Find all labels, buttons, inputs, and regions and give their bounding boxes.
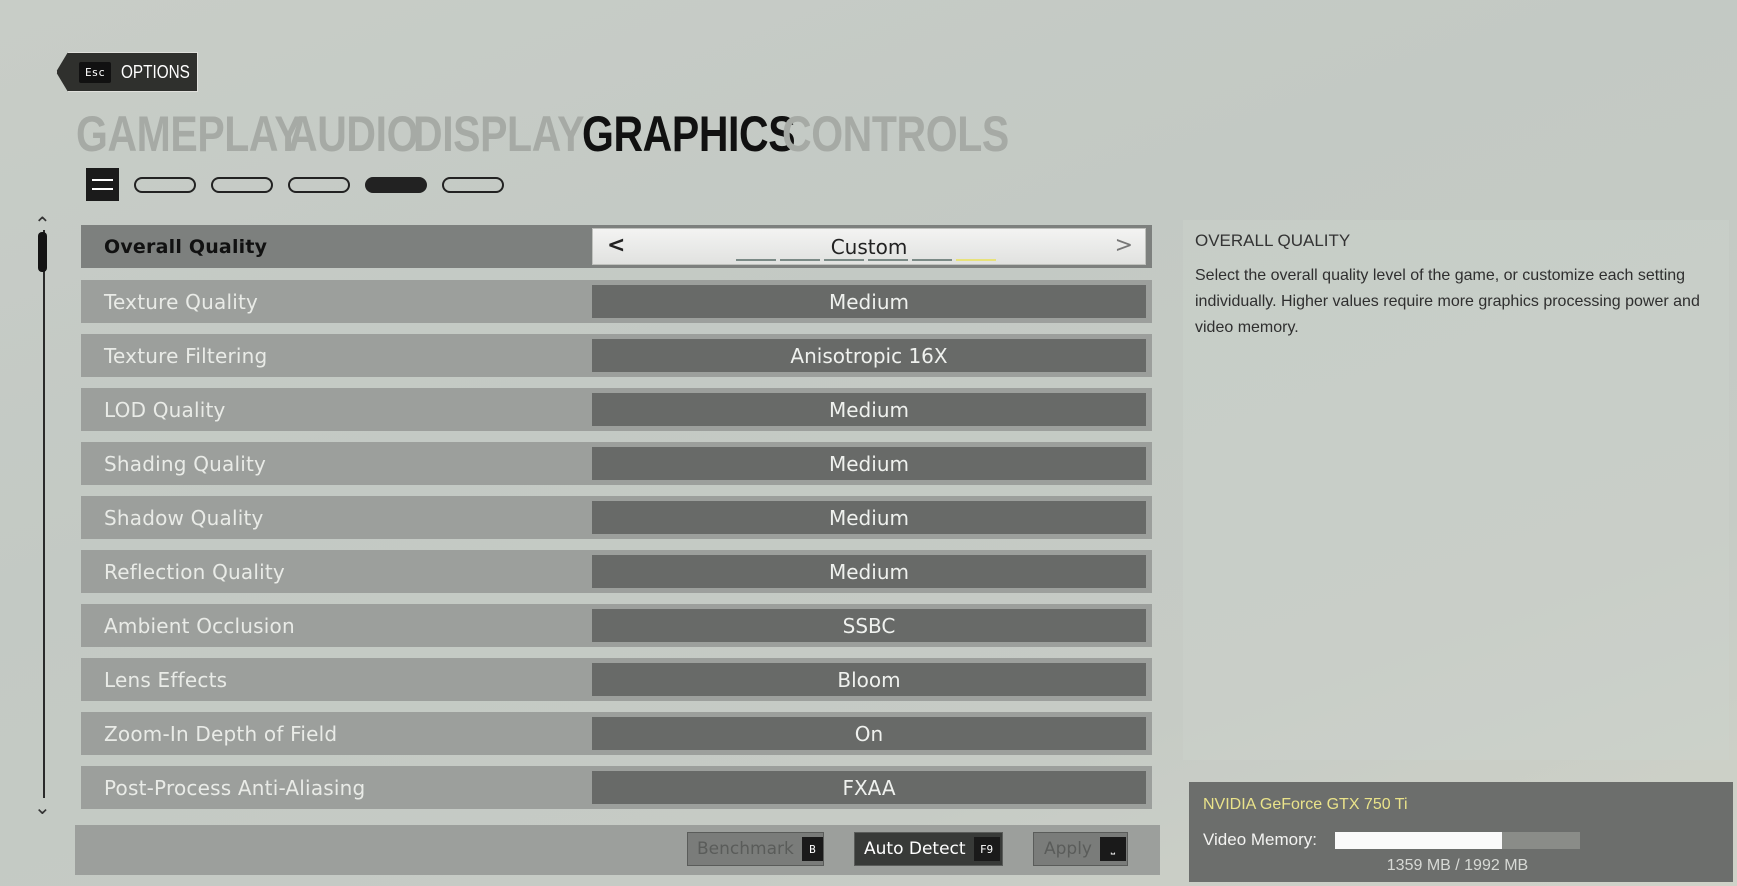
description-title: OVERALL QUALITY: [1195, 231, 1351, 250]
benchmark-button[interactable]: Benchmark B: [687, 832, 824, 866]
tab-audio[interactable]: AUDIO: [288, 108, 418, 160]
description-text: Select the overall quality level of the …: [1195, 267, 1700, 336]
back-button-label: OPTIONS: [120, 61, 190, 82]
main-tabs: GAMEPLAY AUDIO DISPLAY GRAPHICS CONTROLS: [76, 108, 1009, 160]
esc-key-hint: Esc: [79, 61, 111, 83]
setting-label: Zoom-In Depth of Field: [104, 721, 338, 746]
setting-value[interactable]: FXAA: [592, 771, 1146, 804]
subtab-1[interactable]: [134, 176, 196, 193]
scrollbar-thumb[interactable]: [38, 232, 47, 272]
quality-segment: [912, 259, 952, 261]
apply-label: Apply: [1044, 839, 1092, 859]
quality-segment-active: [956, 259, 996, 261]
tab-display[interactable]: DISPLAY: [413, 108, 584, 160]
subtab-4[interactable]: [365, 176, 427, 193]
preset-sliders-icon[interactable]: [86, 168, 119, 201]
overall-quality-selector[interactable]: < Custom >: [592, 228, 1146, 265]
subtab-5[interactable]: [442, 176, 504, 193]
benchmark-label: Benchmark: [697, 839, 794, 859]
quality-segment: [824, 259, 864, 261]
setting-label: Lens Effects: [104, 667, 228, 692]
setting-value: Custom: [830, 234, 908, 259]
quality-segment: [868, 259, 908, 261]
space-key-icon: ⎵: [1100, 837, 1126, 861]
setting-value[interactable]: Medium: [592, 501, 1146, 534]
video-memory-bar: [1335, 832, 1580, 849]
back-button[interactable]: Esc OPTIONS: [56, 52, 198, 92]
setting-row-shading-quality[interactable]: Shading Quality Medium: [81, 442, 1152, 485]
scroll-down-chevron-icon[interactable]: ⌄: [34, 797, 51, 817]
setting-value[interactable]: SSBC: [592, 609, 1146, 642]
setting-label: Ambient Occlusion: [104, 613, 295, 638]
setting-value[interactable]: Medium: [592, 285, 1146, 318]
setting-row-shadow-quality[interactable]: Shadow Quality Medium: [81, 496, 1152, 539]
apply-button[interactable]: Apply ⎵: [1033, 832, 1128, 866]
auto-detect-label: Auto Detect: [864, 839, 966, 859]
graphics-subtabs: [86, 168, 504, 201]
setting-value[interactable]: On: [592, 717, 1146, 750]
quality-segment: [736, 259, 776, 261]
tab-graphics[interactable]: GRAPHICS: [582, 108, 796, 160]
setting-row-lod-quality[interactable]: LOD Quality Medium: [81, 388, 1152, 431]
setting-label: Texture Quality: [104, 289, 259, 314]
arrow-left-icon[interactable]: <: [607, 233, 625, 258]
setting-row-texture-quality[interactable]: Texture Quality Medium: [81, 280, 1152, 323]
quality-segment: [780, 259, 820, 261]
tab-controls[interactable]: CONTROLS: [782, 108, 1009, 160]
setting-row-lens-effects[interactable]: Lens Effects Bloom: [81, 658, 1152, 701]
setting-value[interactable]: Anisotropic 16X: [592, 339, 1146, 372]
subtab-2[interactable]: [211, 176, 273, 193]
setting-label: Overall Quality: [104, 235, 268, 258]
setting-value[interactable]: Medium: [592, 555, 1146, 588]
setting-label: LOD Quality: [104, 397, 226, 422]
setting-row-ambient-occlusion[interactable]: Ambient Occlusion SSBC: [81, 604, 1152, 647]
auto-detect-button[interactable]: Auto Detect F9: [854, 832, 1003, 866]
scrollbar-track[interactable]: [43, 230, 45, 798]
setting-value[interactable]: Medium: [592, 447, 1146, 480]
setting-value[interactable]: Bloom: [592, 663, 1146, 696]
setting-label: Texture Filtering: [104, 343, 268, 368]
setting-label: Shadow Quality: [104, 505, 264, 530]
setting-row-texture-filtering[interactable]: Texture Filtering Anisotropic 16X: [81, 334, 1152, 377]
video-memory-text: 1359 MB / 1992 MB: [1386, 857, 1529, 874]
arrow-right-icon[interactable]: >: [1115, 233, 1133, 258]
setting-row-reflection-quality[interactable]: Reflection Quality Medium: [81, 550, 1152, 593]
setting-label: Post-Process Anti-Aliasing: [104, 775, 366, 800]
key-hint: B: [801, 837, 823, 861]
setting-row-overall-quality[interactable]: Overall Quality < Custom >: [81, 225, 1152, 268]
setting-value[interactable]: Medium: [592, 393, 1146, 426]
tab-gameplay[interactable]: GAMEPLAY: [76, 108, 302, 160]
gpu-name: NVIDIA GeForce GTX 750 Ti: [1203, 796, 1408, 813]
setting-row-zoom-in-depth-of-field[interactable]: Zoom-In Depth of Field On: [81, 712, 1152, 755]
key-hint: F9: [973, 837, 1000, 861]
subtab-3[interactable]: [288, 176, 350, 193]
video-memory-label: Video Memory:: [1203, 830, 1318, 849]
quality-level-indicator: [736, 259, 996, 261]
video-memory-fill: [1335, 832, 1503, 849]
setting-label: Shading Quality: [104, 451, 267, 476]
setting-row-post-process-anti-aliasing[interactable]: Post-Process Anti-Aliasing FXAA: [81, 766, 1152, 809]
setting-label: Reflection Quality: [104, 559, 285, 584]
